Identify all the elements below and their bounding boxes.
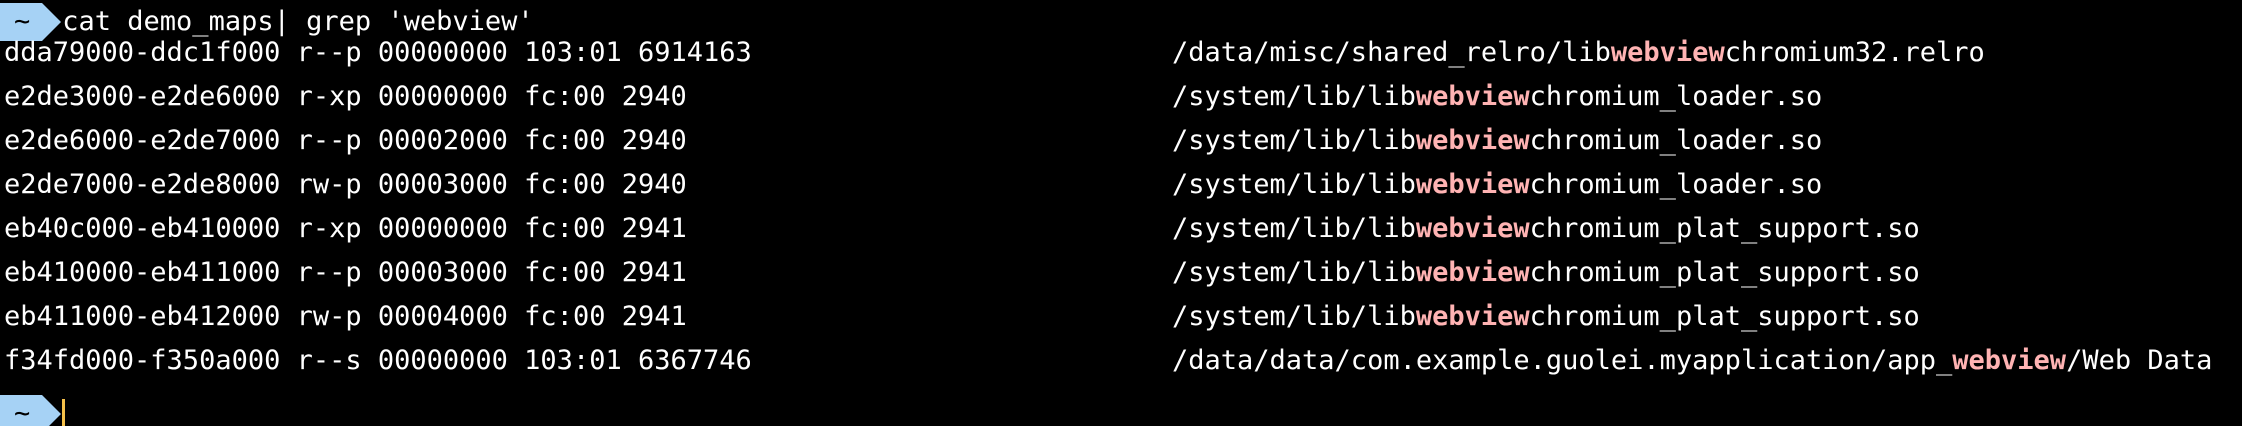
- memory-map-entry: eb40c000-eb410000 r-xp 00000000 fc:00 29…: [4, 213, 687, 244]
- grep-match: webview: [1415, 301, 1530, 332]
- memory-map-entry: e2de3000-e2de6000 r-xp 00000000 fc:00 29…: [4, 81, 687, 112]
- mapped-path: /data/data/com.example.guolei.myapplicat…: [1172, 339, 2212, 383]
- grep-match: webview: [1952, 345, 2067, 376]
- output-row: e2de3000-e2de6000 r-xp 00000000 fc:00 29…: [0, 75, 2242, 119]
- next-prompt-line[interactable]: ~: [0, 392, 66, 426]
- path-prefix: /system/lib/lib: [1172, 169, 1416, 200]
- mapped-path: /system/lib/libwebviewchromium_loader.so: [1172, 119, 1822, 163]
- path-suffix: /Web Data: [2066, 345, 2213, 376]
- path-prefix: /data/misc/shared_relro/lib: [1172, 37, 1611, 68]
- path-suffix: chromium_loader.so: [1529, 81, 1823, 112]
- path-suffix: chromium_plat_support.so: [1529, 301, 1920, 332]
- memory-map-entry: e2de6000-e2de7000 r--p 00002000 fc:00 29…: [4, 125, 687, 156]
- memory-map-entry: e2de7000-e2de8000 rw-p 00003000 fc:00 29…: [4, 169, 687, 200]
- mapped-path: /system/lib/libwebviewchromium_loader.so: [1172, 163, 1822, 207]
- grep-match: webview: [1610, 37, 1725, 68]
- output-row: eb411000-eb412000 rw-p 00004000 fc:00 29…: [0, 295, 2242, 339]
- path-prefix: /data/data/com.example.guolei.myapplicat…: [1172, 345, 1953, 376]
- memory-map-entry: dda79000-ddc1f000 r--p 00000000 103:01 6…: [4, 37, 752, 68]
- output-row: e2de7000-e2de8000 rw-p 00003000 fc:00 29…: [0, 163, 2242, 207]
- output-row: e2de6000-e2de7000 r--p 00002000 fc:00 29…: [0, 119, 2242, 163]
- terminal-window[interactable]: ~ cat demo_maps| grep 'webview' dda79000…: [0, 0, 2242, 426]
- memory-map-entry: f34fd000-f350a000 r--s 00000000 103:01 6…: [4, 345, 752, 376]
- mapped-path: /data/misc/shared_relro/libwebviewchromi…: [1172, 31, 1985, 75]
- output-row: eb410000-eb411000 r--p 00003000 fc:00 29…: [0, 251, 2242, 295]
- path-suffix: chromium_plat_support.so: [1529, 213, 1920, 244]
- path-prefix: /system/lib/lib: [1172, 301, 1416, 332]
- output-row: eb40c000-eb410000 r-xp 00000000 fc:00 29…: [0, 207, 2242, 251]
- output-row: dda79000-ddc1f000 r--p 00000000 103:01 6…: [0, 31, 2242, 75]
- path-suffix: chromium32.relro: [1724, 37, 1985, 68]
- prompt-home-badge: ~: [0, 395, 62, 426]
- mapped-path: /system/lib/libwebviewchromium_loader.so: [1172, 75, 1822, 119]
- path-prefix: /system/lib/lib: [1172, 213, 1416, 244]
- mapped-path: /system/lib/libwebviewchromium_plat_supp…: [1172, 207, 1920, 251]
- path-prefix: /system/lib/lib: [1172, 257, 1416, 288]
- path-suffix: chromium_loader.so: [1529, 169, 1823, 200]
- path-suffix: chromium_plat_support.so: [1529, 257, 1920, 288]
- path-prefix: /system/lib/lib: [1172, 81, 1416, 112]
- mapped-path: /system/lib/libwebviewchromium_plat_supp…: [1172, 295, 1920, 339]
- path-suffix: chromium_loader.so: [1529, 125, 1823, 156]
- grep-match: webview: [1415, 257, 1530, 288]
- grep-match: webview: [1415, 213, 1530, 244]
- path-prefix: /system/lib/lib: [1172, 125, 1416, 156]
- output-row: f34fd000-f350a000 r--s 00000000 103:01 6…: [0, 339, 2242, 383]
- memory-map-entry: eb411000-eb412000 rw-p 00004000 fc:00 29…: [4, 301, 687, 332]
- grep-match: webview: [1415, 169, 1530, 200]
- grep-match: webview: [1415, 125, 1530, 156]
- grep-match: webview: [1415, 81, 1530, 112]
- mapped-path: /system/lib/libwebviewchromium_plat_supp…: [1172, 251, 1920, 295]
- memory-map-entry: eb410000-eb411000 r--p 00003000 fc:00 29…: [4, 257, 687, 288]
- text-cursor: [62, 399, 66, 426]
